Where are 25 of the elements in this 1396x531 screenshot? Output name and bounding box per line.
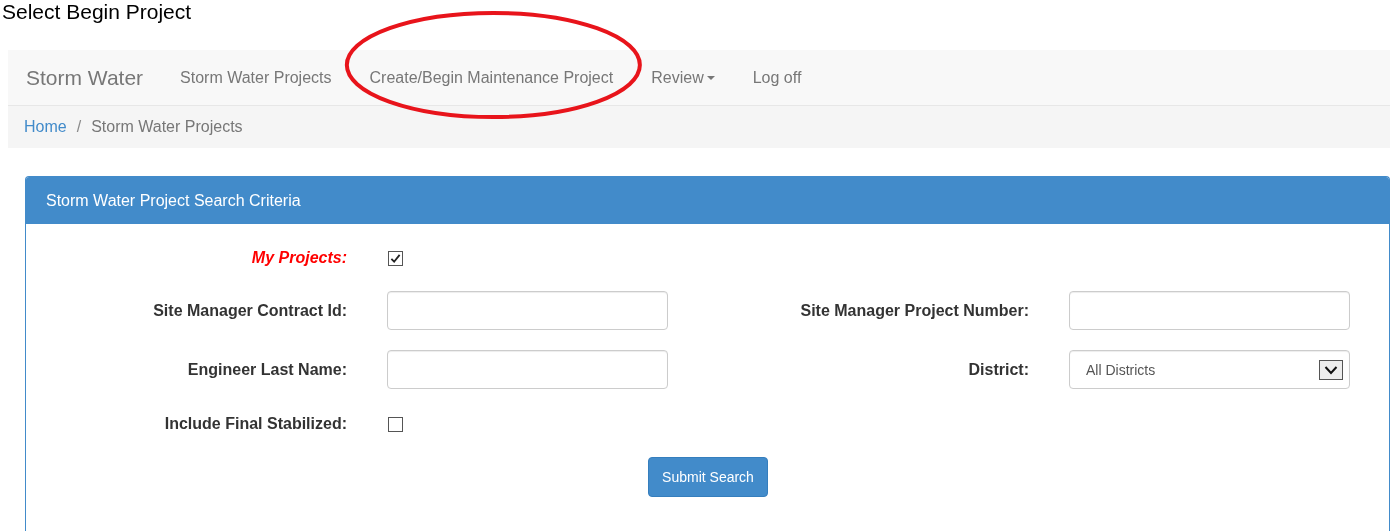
breadcrumb-link[interactable]: Home	[24, 118, 67, 136]
chevron-down-icon	[1319, 359, 1343, 380]
text-field[interactable]	[1069, 291, 1350, 330]
caret-icon	[706, 75, 715, 80]
panel-title: Storm Water Project Search Criteria	[46, 191, 301, 210]
text-field[interactable]	[387, 291, 668, 330]
nav-link[interactable]: Log off	[733, 50, 821, 105]
field-label: District:	[968, 360, 1029, 379]
field-label: My Projects:	[251, 249, 347, 267]
nav-dropdown[interactable]: Review	[632, 50, 734, 105]
field-label: Engineer Last Name:	[187, 360, 347, 379]
text-field[interactable]	[387, 350, 668, 389]
page-heading: Select Begin Project	[2, 0, 192, 24]
field-label: Include Final Stabilized:	[164, 415, 347, 433]
field-label: Site Manager Project Number:	[800, 301, 1029, 320]
district-select[interactable]: All Districts	[1069, 350, 1350, 389]
field-label: Site Manager Contract Id:	[153, 301, 347, 320]
nav-link[interactable]: Create/Begin Maintenance Project	[350, 50, 633, 105]
nav-link[interactable]: Storm Water Projects	[161, 50, 351, 105]
breadcrumb-separator: /	[75, 118, 83, 136]
submit-search-button[interactable]: Submit Search	[648, 457, 768, 497]
checkbox[interactable]	[388, 250, 403, 266]
brand-link[interactable]: Storm Water	[8, 50, 162, 105]
breadcrumb-current: Storm Water Projects	[91, 118, 243, 136]
checkbox[interactable]	[388, 416, 403, 432]
